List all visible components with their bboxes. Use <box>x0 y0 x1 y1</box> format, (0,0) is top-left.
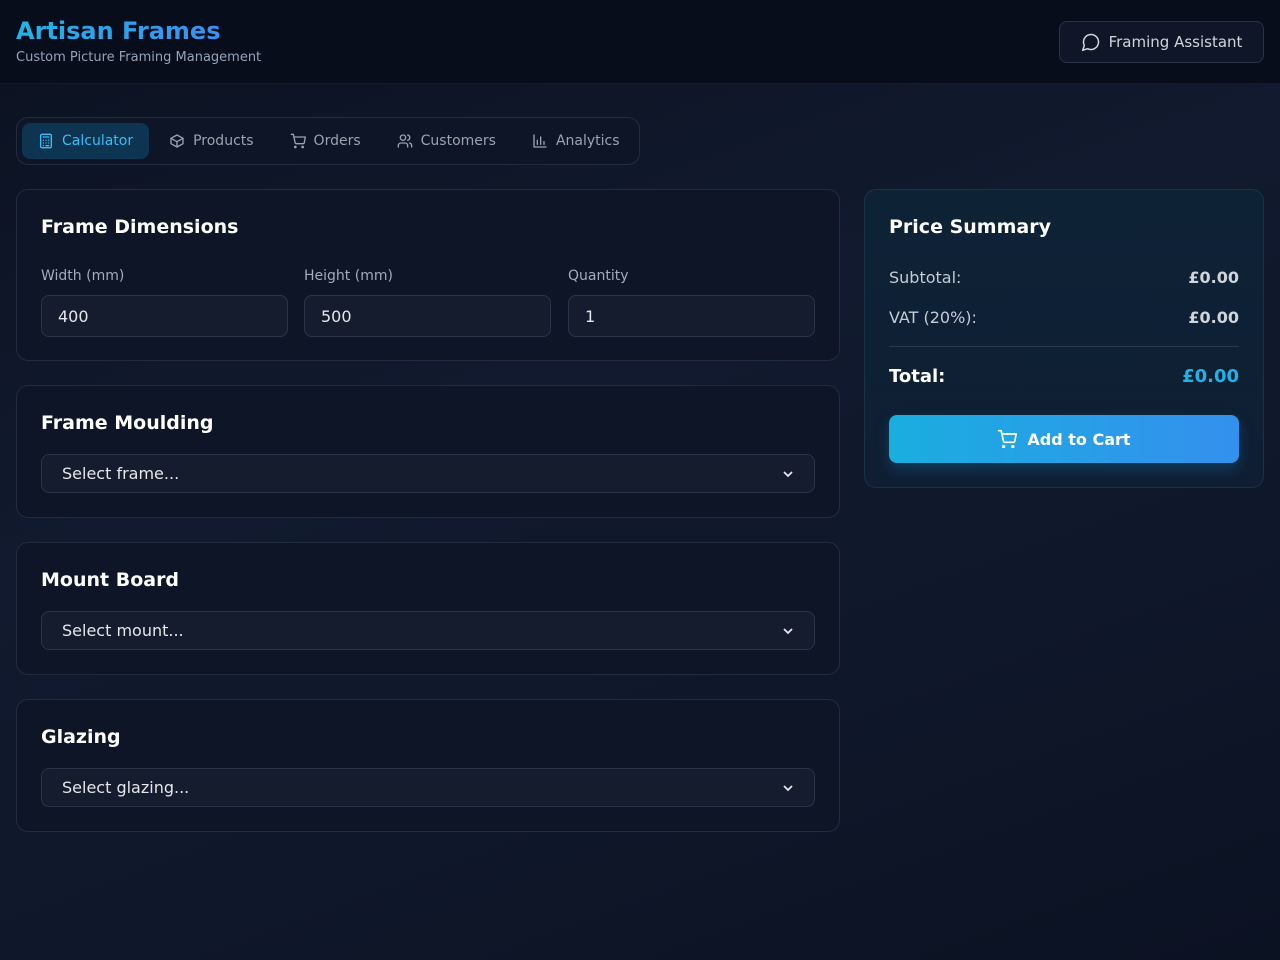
tab-orders-label: Orders <box>313 133 361 149</box>
users-icon <box>397 134 412 148</box>
add-to-cart-label: Add to Cart <box>1027 429 1131 449</box>
quantity-label: Quantity <box>568 268 629 284</box>
tab-orders[interactable]: Orders <box>274 123 377 159</box>
frame-moulding-card: Frame Moulding Select frame... <box>16 385 840 518</box>
subtotal-value: £0.00 <box>1188 268 1239 287</box>
height-field-group: Height (mm) 500 <box>304 268 551 337</box>
price-summary-card: Price Summary Subtotal: £0.00 VAT (20%):… <box>864 189 1264 488</box>
framing-assistant-button[interactable]: Framing Assistant <box>1059 21 1264 63</box>
tab-analytics-label: Analytics <box>555 133 620 149</box>
price-summary-title: Price Summary <box>889 216 1051 238</box>
total-label: Total: <box>889 366 946 387</box>
frame-select-value: Select frame... <box>62 464 180 483</box>
box-icon <box>170 134 184 148</box>
subtotal-label: Subtotal: <box>889 268 962 287</box>
framing-assistant-label: Framing Assistant <box>1108 33 1243 51</box>
summary-divider <box>889 346 1239 347</box>
tab-products[interactable]: Products <box>153 123 269 159</box>
cart-icon <box>998 429 1018 449</box>
chevron-down-icon <box>783 784 793 791</box>
height-label: Height (mm) <box>304 268 393 284</box>
mount-board-title: Mount Board <box>41 569 180 591</box>
width-input[interactable]: 400 <box>41 295 288 337</box>
frame-dimensions-title: Frame Dimensions <box>41 216 239 238</box>
frame-select[interactable]: Select frame... <box>41 454 815 493</box>
subtotal-row: Subtotal: £0.00 <box>889 268 1239 287</box>
app-subtitle: Custom Picture Framing Management <box>16 50 262 65</box>
chevron-down-icon <box>783 470 793 477</box>
calculator-icon <box>40 133 52 149</box>
main-tabs: Calculator Products Orders Customers Ana… <box>16 117 640 165</box>
mount-select-value: Select mount... <box>62 621 184 640</box>
tab-products-label: Products <box>193 133 254 149</box>
total-value: £0.00 <box>1182 366 1239 387</box>
quantity-field-group: Quantity 1 <box>568 268 815 337</box>
mount-select[interactable]: Select mount... <box>41 611 815 650</box>
vat-value: £0.00 <box>1188 308 1239 327</box>
quantity-input[interactable]: 1 <box>568 295 815 337</box>
app-header: Artisan Frames Custom Picture Framing Ma… <box>0 0 1280 84</box>
add-to-cart-button[interactable]: Add to Cart <box>889 415 1239 463</box>
height-input[interactable]: 500 <box>304 295 551 337</box>
width-field-group: Width (mm) 400 <box>41 268 288 337</box>
tab-analytics[interactable]: Analytics <box>516 123 636 159</box>
bar-chart-icon <box>533 134 547 148</box>
frame-dimensions-card: Frame Dimensions Width (mm) 400 Height (… <box>16 189 840 361</box>
tab-customers[interactable]: Customers <box>381 123 512 159</box>
vat-label: VAT (20%): <box>889 308 977 327</box>
tab-customers-label: Customers <box>420 133 496 149</box>
glazing-select[interactable]: Select glazing... <box>41 768 815 807</box>
frame-moulding-title: Frame Moulding <box>41 412 214 434</box>
chevron-down-icon <box>783 627 793 634</box>
tab-calculator-label: Calculator <box>62 133 134 149</box>
glazing-title: Glazing <box>41 726 121 748</box>
vat-row: VAT (20%): £0.00 <box>889 308 1239 327</box>
chat-bubble-icon <box>1081 33 1099 52</box>
app-title: Artisan Frames <box>16 17 221 45</box>
total-row: Total: £0.00 <box>889 366 1239 387</box>
tab-calculator[interactable]: Calculator <box>22 123 150 159</box>
glazing-select-value: Select glazing... <box>62 778 190 797</box>
cart-icon <box>290 133 306 149</box>
mount-board-card: Mount Board Select mount... <box>16 542 840 675</box>
glazing-card: Glazing Select glazing... <box>16 699 840 832</box>
width-label: Width (mm) <box>41 268 125 284</box>
